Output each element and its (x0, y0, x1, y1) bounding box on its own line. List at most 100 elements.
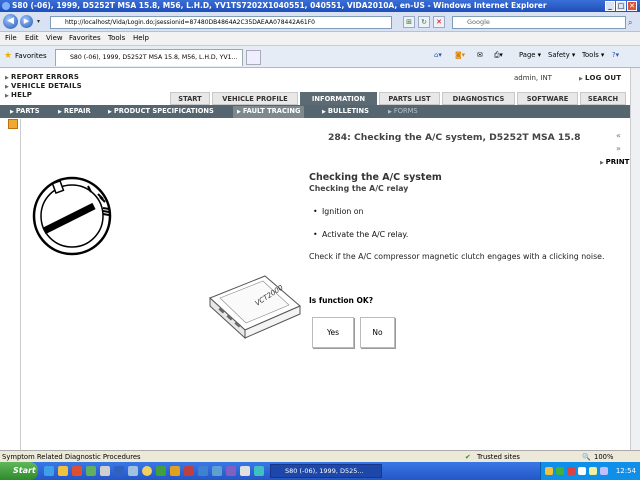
menu-file[interactable]: File (5, 34, 17, 42)
page-menu[interactable]: Page ▾ (519, 51, 541, 59)
security-zone[interactable]: Trusted sites (477, 453, 520, 461)
app11-quicklaunch-icon[interactable] (254, 466, 264, 476)
app6-quicklaunch-icon[interactable] (184, 466, 194, 476)
home-icon[interactable]: ⌂▾ (434, 51, 442, 59)
desktop-quicklaunch-icon[interactable] (100, 466, 110, 476)
subnav-parts[interactable]: ▶ PARTS (10, 106, 40, 118)
address-toolbar: ◀ ▶ ▾ http://localhost/Vida/Login.do;jse… (0, 12, 640, 32)
forward-icon[interactable]: ▶ (20, 15, 33, 28)
subnav-bulletins[interactable]: ▶ BULLETINS (322, 106, 369, 118)
network-icon[interactable] (600, 467, 608, 475)
yes-button[interactable]: Yes (312, 317, 354, 348)
ie-quicklaunch-icon[interactable] (44, 466, 54, 476)
menu-favorites[interactable]: Favorites (69, 34, 101, 42)
window-title-bar: S80 (-06), 1999, D5252T MSA 15.8, M56, L… (0, 0, 640, 12)
browser-tab[interactable]: S80 (-06), 1999, D5252T MSA 15.8, M56, L… (55, 49, 243, 66)
tab-parts-list[interactable]: PARTS LIST (379, 92, 440, 105)
system-tray: 12:54 (540, 462, 640, 480)
search-input[interactable]: Google (452, 16, 626, 29)
tab-vehicle-profile[interactable]: VEHICLE PROFILE (212, 92, 298, 105)
app10-quicklaunch-icon[interactable] (240, 466, 250, 476)
app5-quicklaunch-icon[interactable] (170, 466, 180, 476)
volume-icon[interactable] (589, 467, 597, 475)
tray-icon-2[interactable] (556, 467, 564, 475)
logout-link[interactable]: ▶ LOG OUT (579, 74, 621, 82)
tab-search[interactable]: SEARCH (580, 92, 626, 105)
app4-quicklaunch-icon[interactable] (156, 466, 166, 476)
subnav-repair[interactable]: ▶ REPAIR (58, 106, 91, 118)
app2-quicklaunch-icon[interactable] (114, 466, 124, 476)
zoom-level[interactable]: 100% (594, 453, 613, 461)
trusted-sites-icon: ✔ (465, 453, 471, 461)
app-quicklaunch-icon[interactable] (86, 466, 96, 476)
zoom-icon: 🔍 (582, 453, 591, 461)
clock: 12:54 (615, 467, 636, 475)
new-tab-button[interactable] (246, 50, 261, 65)
no-button[interactable]: No (360, 317, 395, 348)
menu-view[interactable]: View (46, 34, 63, 42)
previous-page-icon[interactable]: « (616, 131, 621, 140)
back-icon[interactable]: ◀ (3, 14, 18, 29)
app3-quicklaunch-icon[interactable] (128, 466, 138, 476)
vct2000-device-illustration: VCT2000 (209, 275, 301, 340)
address-input[interactable]: http://localhost/Vida/Login.do;jsessioni… (50, 16, 392, 29)
favorites-button[interactable]: Favorites (15, 52, 47, 60)
close-button[interactable]: ✕ (627, 1, 637, 11)
print-icon[interactable]: ⎙▾ (494, 51, 503, 60)
help-link[interactable]: ▶ HELP (5, 91, 32, 99)
app8-quicklaunch-icon[interactable] (212, 466, 222, 476)
window-title: S80 (-06), 1999, D5252T MSA 15.8, M56, L… (12, 1, 547, 10)
menu-tools[interactable]: Tools (108, 34, 125, 42)
ignition-switch-illustration (32, 176, 112, 256)
tools-menu[interactable]: Tools ▾ (582, 51, 604, 59)
vertical-scrollbar[interactable] (630, 68, 640, 450)
safety-menu[interactable]: Safety ▾ (548, 51, 575, 59)
menu-help[interactable]: Help (133, 34, 149, 42)
tray-icon-3[interactable] (567, 467, 575, 475)
subnav-fault-tracing[interactable]: ▶ FAULT TRACING (233, 106, 305, 118)
instruction-paragraph: Check if the A/C compressor magnetic clu… (309, 252, 605, 261)
feeds-icon[interactable]: ◙▾ (455, 51, 465, 59)
report-errors-link[interactable]: ▶ REPORT ERRORS (5, 73, 79, 81)
subnav-forms[interactable]: ▶ FORMS (388, 106, 418, 118)
user-name: admin, INT (514, 74, 552, 82)
section-subheading: Checking the A/C relay (309, 184, 409, 193)
refresh-icon[interactable]: ↻ (418, 16, 430, 28)
maximize-button[interactable]: □ (616, 1, 626, 11)
favorites-bar: ★ Favorites S80 (-06), 1999, D5252T MSA … (0, 46, 640, 68)
compat-view-icon[interactable]: ⊞ (403, 16, 415, 28)
tree-toggle-icon[interactable] (8, 119, 18, 129)
explorer-quicklaunch-icon[interactable] (58, 466, 68, 476)
media-quicklaunch-icon[interactable] (72, 466, 82, 476)
tray-icon-4[interactable] (578, 467, 586, 475)
app9-quicklaunch-icon[interactable] (226, 466, 236, 476)
print-link[interactable]: ▶ PRINT (600, 158, 629, 166)
document-title: 284: Checking the A/C system, D5252T MSA… (328, 132, 581, 143)
star-icon: ★ (4, 51, 13, 61)
next-page-icon[interactable]: » (616, 144, 621, 153)
status-bar: Symptom Related Diagnostic Procedures ✔ … (0, 450, 640, 462)
instruction-bullet: Activate the A/C relay. (313, 230, 408, 239)
menu-edit[interactable]: Edit (25, 34, 39, 42)
page-content: ▶ REPORT ERRORS ▶ VEHICLE DETAILS ▶ HELP ad… (0, 68, 630, 450)
taskbar-ie-window[interactable]: S80 (-06), 1999, D525... (270, 464, 382, 478)
search-icon[interactable]: ⌕ (628, 18, 632, 28)
help-menu[interactable]: ?▾ (612, 51, 619, 59)
vehicle-details-link[interactable]: ▶ VEHICLE DETAILS (5, 82, 82, 90)
start-button[interactable]: Start (0, 462, 38, 480)
menu-bar: File Edit View Favorites Tools Help (0, 32, 640, 46)
status-text: Symptom Related Diagnostic Procedures (2, 453, 141, 461)
tab-start[interactable]: START (170, 92, 210, 105)
mail-icon[interactable]: ✉ (477, 51, 483, 59)
smiley-quicklaunch-icon[interactable] (142, 466, 152, 476)
history-dropdown-icon[interactable]: ▾ (37, 18, 40, 25)
tab-diagnostics[interactable]: DIAGNOSTICS (442, 92, 515, 105)
function-question: Is function OK? (309, 296, 374, 305)
app7-quicklaunch-icon[interactable] (198, 466, 208, 476)
stop-icon[interactable]: ✕ (433, 16, 445, 28)
tab-software[interactable]: SOFTWARE (517, 92, 578, 105)
tab-information[interactable]: INFORMATION (300, 92, 377, 105)
tray-icon-1[interactable] (545, 467, 553, 475)
subnav-product-specifications[interactable]: ▶ PRODUCT SPECIFICATIONS (108, 106, 214, 118)
minimize-button[interactable]: _ (605, 1, 615, 11)
